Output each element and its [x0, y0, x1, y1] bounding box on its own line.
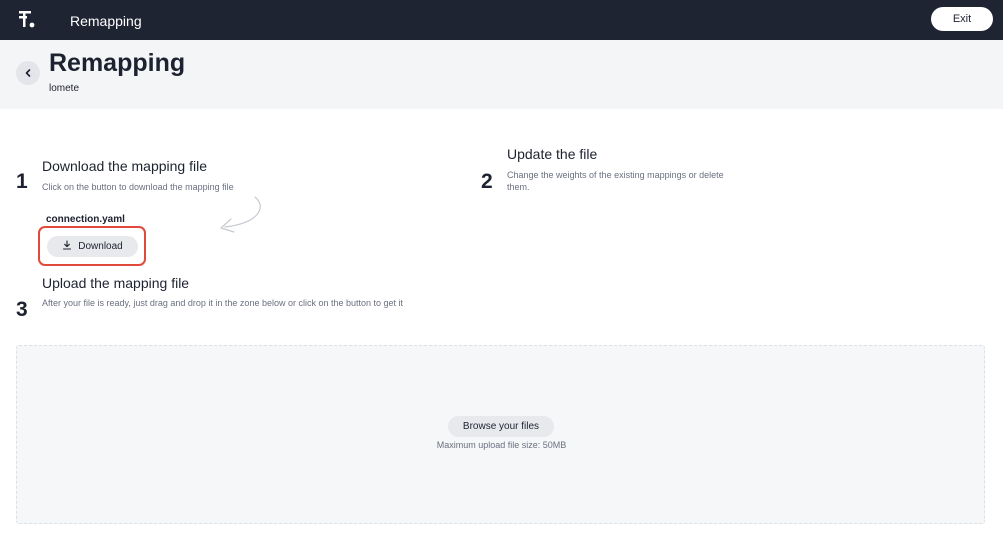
page-subtitle: lomete: [49, 83, 80, 94]
mapping-file-name: connection.yaml: [46, 214, 125, 225]
step-2-number: 2: [481, 170, 493, 193]
step-1-title: Download the mapping file: [42, 158, 207, 174]
step-1-description: Click on the button to download the mapp…: [42, 182, 234, 192]
step-3-description: After your file is ready, just drag and …: [42, 298, 404, 308]
step-2-description: Change the weights of the existing mappi…: [507, 170, 724, 192]
page-header: Remapping lomete: [0, 40, 1003, 109]
download-button[interactable]: Download: [47, 236, 138, 257]
page-title: Remapping: [49, 49, 186, 77]
back-button[interactable]: [16, 61, 40, 85]
chevron-left-icon: [23, 66, 33, 81]
brand-logo-icon[interactable]: [19, 10, 39, 30]
app-title: Remapping: [70, 13, 142, 29]
download-icon: [62, 240, 72, 253]
step-1-number: 1: [16, 170, 28, 193]
curved-arrow-icon: [215, 195, 265, 237]
step-3-title: Upload the mapping file: [42, 275, 190, 291]
browse-files-button[interactable]: Browse your files: [448, 416, 554, 437]
step-2-title: Update the file: [507, 146, 598, 162]
exit-button[interactable]: Exit: [931, 7, 993, 31]
step-3-number: 3: [16, 298, 28, 321]
top-bar: Remapping Exit: [0, 0, 1003, 40]
download-button-label: Download: [78, 241, 123, 252]
max-upload-size-note: Maximum upload file size: 50MB: [436, 440, 567, 450]
